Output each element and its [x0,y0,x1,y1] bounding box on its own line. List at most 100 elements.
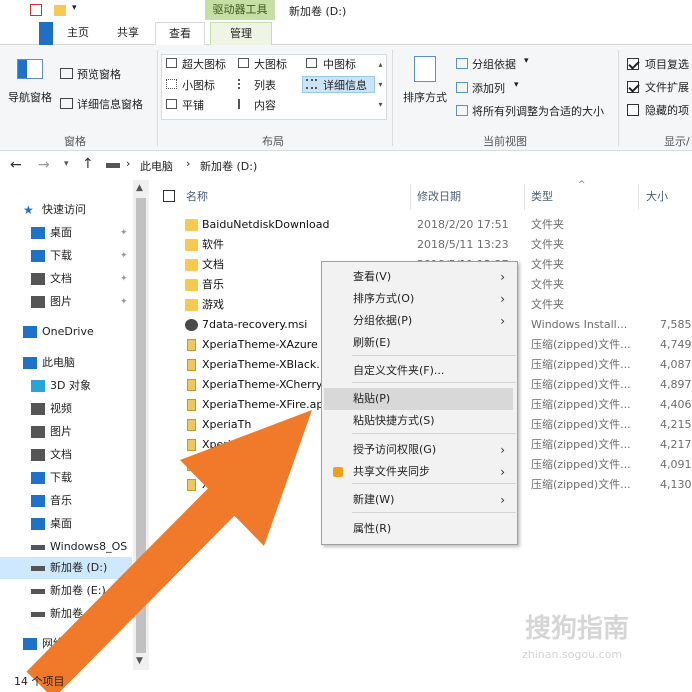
pin-icon: ✦ [120,251,128,261]
context-menu-item[interactable]: 排序方式(O) › [324,288,513,310]
group-by-button[interactable]: 分组依据 [472,56,516,72]
file-row[interactable]: BaiduNetdiskDownload 2018/2/20 17:51 文件夹 [150,215,692,235]
file-type: 压缩(zipped)文件... [531,418,631,431]
details-pane-button[interactable]: 详细信息窗格 [77,96,143,112]
context-menu-item-label: 新建(W) [353,493,395,506]
preview-pane-button[interactable]: 预览窗格 [77,66,121,82]
folder-icon[interactable] [54,5,66,16]
back-arrow-icon[interactable]: ← [10,157,22,173]
file-extensions-label: 文件扩展 [645,81,689,94]
nav-item-1[interactable]: 桌面 ✦ [0,222,132,244]
file-type: 压缩(zipped)文件... [531,338,631,351]
nav-item-3[interactable]: 文档 ✦ [0,268,132,290]
context-menu-item-label: 共享文件夹同步 [353,465,430,478]
nav-item-label: 下载 [50,249,72,262]
address-bar[interactable]: › 此电脑 › 新加卷 (D:) [103,155,673,175]
desktop-icon [31,227,45,239]
select-all-checkbox[interactable] [163,190,175,202]
tab-file[interactable] [39,22,53,45]
scroll-up-icon[interactable]: ▲ [136,183,143,193]
breadcrumb-separator: › [126,157,131,170]
context-menu-item[interactable]: 共享文件夹同步 › [324,461,513,483]
context-menu-separator [352,382,516,383]
nav-item-0[interactable]: ★ 快速访问 [0,199,132,221]
nav-item-label: 此电脑 [42,356,75,369]
nav-pane-button[interactable]: 导航窗格 [8,89,52,105]
tab-manage[interactable]: 管理 [210,22,272,46]
context-menu-item-label: 授予访问权限(G) [353,443,437,456]
file-size: 4,130 [660,478,692,491]
layout-medium-icons[interactable]: 中图标 [323,56,356,72]
breadcrumb-separator: › [186,157,191,170]
file-row[interactable]: 软件 2018/5/11 13:23 文件夹 [150,235,692,255]
nav-pane-icon[interactable] [17,59,43,79]
file-size: 4,217 [660,438,692,451]
quick-access-toolbar[interactable]: ▾ [4,3,84,18]
context-menu-item[interactable]: 分组依据(P) › [324,310,513,332]
column-header-type[interactable]: 类型 [531,188,553,206]
nav-item-label: OneDrive [42,325,94,338]
breadcrumb-this-pc[interactable]: 此电脑 [140,158,173,174]
layout-large-icons[interactable]: 大图标 [254,56,287,72]
context-menu-item[interactable]: 粘贴快捷方式(S) [324,410,513,432]
file-size: 4,215 [660,418,692,431]
medium-icons-icon [306,58,317,68]
file-size: 7,585 [660,318,692,331]
forward-arrow-icon[interactable]: → [38,157,50,173]
sort-ascending-icon: ^ [578,180,586,190]
context-menu-item[interactable]: 查看(V) › [324,266,513,288]
layout-tiles[interactable]: 平铺 [182,97,204,113]
file-type: 文件夹 [531,238,564,251]
file-extensions-checkbox[interactable] [627,81,639,93]
column-header-size[interactable]: 大小 [646,188,668,206]
layout-small-icons[interactable]: 小图标 [182,77,215,93]
fit-columns-button[interactable]: 将所有列调整为合适的大小 [472,103,604,119]
context-menu-separator [352,433,516,434]
sort-by-button[interactable]: 排序方式 [403,89,447,105]
context-menu-item-label: 粘贴(P) [353,392,391,405]
layout-scroll-buttons[interactable]: ▴ ▾ ▾ [375,55,386,119]
preview-pane-icon [60,68,73,79]
layout-extra-large-icons[interactable]: 超大图标 [182,56,226,72]
zip-icon [187,339,196,351]
hidden-items-checkbox[interactable] [627,104,639,116]
nav-item-6[interactable]: 此电脑 [0,352,132,374]
breadcrumb-drive-d[interactable]: 新加卷 (D:) [200,158,257,174]
file-type: 压缩(zipped)文件... [531,398,631,411]
tab-share[interactable]: 共享 [108,22,148,45]
context-menu-item[interactable]: 刷新(E) [324,332,513,354]
item-checkboxes-checkbox[interactable] [627,58,639,70]
context-menu-item-label: 查看(V) [353,270,392,283]
nav-item-4[interactable]: 图片 ✦ [0,291,132,313]
context-menu-item-label: 分组依据(P) [353,314,413,327]
pin-icon: ✦ [120,228,128,238]
nav-item-2[interactable]: 下载 ✦ [0,245,132,267]
column-header-date[interactable]: 修改日期 [417,188,461,206]
context-menu-item[interactable]: 粘贴(P) [324,388,513,410]
tab-home[interactable]: 主页 [58,22,98,45]
layout-list[interactable]: 列表 [254,77,276,93]
context-menu-item[interactable]: 授予访问权限(G) › [324,439,513,461]
fit-columns-icon [456,105,468,116]
add-columns-button[interactable]: 添加列 [472,80,505,96]
layout-details[interactable]: 详细信息 [323,77,367,93]
up-arrow-icon[interactable]: ↑ [82,156,94,172]
folder-icon [185,299,198,311]
drive-icon [106,163,120,168]
file-type: 文件夹 [531,218,564,231]
small-icons-icon [166,79,177,89]
chevron-down-icon[interactable]: ▾ [72,3,77,13]
nav-item-5[interactable]: OneDrive [0,321,132,343]
download-icon [31,250,45,262]
context-menu-item[interactable]: 自定义文件夹(F)... [324,360,513,382]
context-menu-item[interactable]: 新建(W) › [324,489,513,511]
nav-item-label: 桌面 [50,226,72,239]
context-menu-item[interactable]: 属性(R) [324,518,513,540]
layout-content[interactable]: 内容 [254,97,276,113]
tab-view[interactable]: 查看 [155,22,205,46]
file-type: 压缩(zipped)文件... [531,478,631,491]
column-header-name[interactable]: 名称 [186,188,208,206]
checkmark-icon[interactable] [30,4,42,16]
recent-locations-chevron-icon[interactable]: ▾ [64,159,69,169]
nav-item-label: 快速访问 [42,203,86,216]
